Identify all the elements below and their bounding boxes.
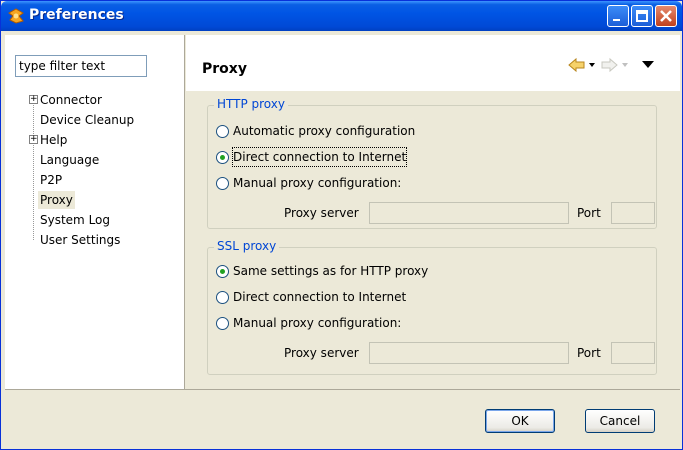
- radio-label: Automatic proxy configuration: [233, 124, 416, 138]
- forward-arrow-icon[interactable]: [600, 57, 618, 73]
- radio-indicator[interactable]: [216, 291, 229, 304]
- filter-input[interactable]: [15, 55, 147, 77]
- http-proxy-group: HTTP proxy Automatic proxy configuration…: [207, 97, 657, 229]
- tree-item-label: System Log: [40, 213, 110, 227]
- radio-label: Manual proxy configuration:: [233, 176, 402, 190]
- http-proxy-group-label: HTTP proxy: [214, 97, 288, 111]
- radio-indicator[interactable]: [216, 317, 229, 330]
- radio-label: Same settings as for HTTP proxy: [233, 264, 429, 278]
- title-bar[interactable]: Preferences: [1, 1, 682, 31]
- radio-label: Direct connection to Internet: [233, 290, 407, 304]
- radio-indicator[interactable]: [216, 151, 229, 164]
- radio-indicator[interactable]: [216, 265, 229, 278]
- cancel-button[interactable]: Cancel: [585, 409, 655, 433]
- tree-item-label: P2P: [40, 173, 63, 187]
- ssl-proxy-group-label: SSL proxy: [214, 239, 280, 253]
- minimize-button[interactable]: [607, 5, 629, 27]
- button-bar-separator: [5, 389, 680, 390]
- tree-item-label: Connector: [40, 93, 102, 107]
- page-title: Proxy: [202, 61, 247, 77]
- preferences-window: Preferences + Connector Device Cleanup +…: [0, 0, 683, 450]
- close-button[interactable]: [655, 5, 677, 27]
- close-icon: [660, 10, 672, 22]
- maximize-icon: [636, 10, 648, 22]
- back-arrow-icon[interactable]: [568, 57, 586, 73]
- view-menu-icon[interactable]: [642, 61, 654, 69]
- back-menu-icon[interactable]: [589, 63, 595, 67]
- ssl-proxy-group: SSL proxy Same settings as for HTTP prox…: [207, 239, 657, 375]
- http-proxy-server-field[interactable]: [369, 202, 569, 224]
- tree-item-label: Help: [40, 133, 68, 147]
- window-title: Preferences: [29, 7, 124, 23]
- tree-item-label: Device Cleanup: [40, 113, 135, 127]
- ssl-port-field[interactable]: [611, 342, 655, 364]
- tree-item-label: Proxy: [38, 191, 75, 209]
- ssl-port-label: Port: [577, 346, 601, 360]
- ssl-proxy-server-label: Proxy server: [284, 346, 359, 360]
- tree-guide-line: [33, 97, 34, 240]
- page-header: Proxy: [186, 35, 680, 91]
- maximize-button[interactable]: [631, 5, 653, 27]
- http-port-label: Port: [577, 206, 601, 220]
- tree-item-label: Language: [40, 153, 100, 167]
- preferences-icon: [8, 8, 24, 24]
- preference-page: Proxy HTTP proxy Automatic proxy configu…: [186, 35, 680, 389]
- radio-label: Manual proxy configuration:: [233, 316, 402, 330]
- http-port-field[interactable]: [611, 202, 655, 224]
- expand-icon[interactable]: +: [29, 95, 38, 104]
- minimize-icon: [613, 19, 620, 21]
- forward-menu-icon[interactable]: [622, 63, 628, 67]
- ssl-proxy-server-field[interactable]: [369, 342, 569, 364]
- tree-item-label: User Settings: [40, 233, 121, 247]
- expand-icon[interactable]: +: [29, 135, 38, 144]
- ok-button[interactable]: OK: [485, 409, 555, 433]
- radio-indicator[interactable]: [216, 177, 229, 190]
- radio-indicator[interactable]: [216, 125, 229, 138]
- http-proxy-server-label: Proxy server: [284, 206, 359, 220]
- radio-label: Direct connection to Internet: [231, 147, 408, 167]
